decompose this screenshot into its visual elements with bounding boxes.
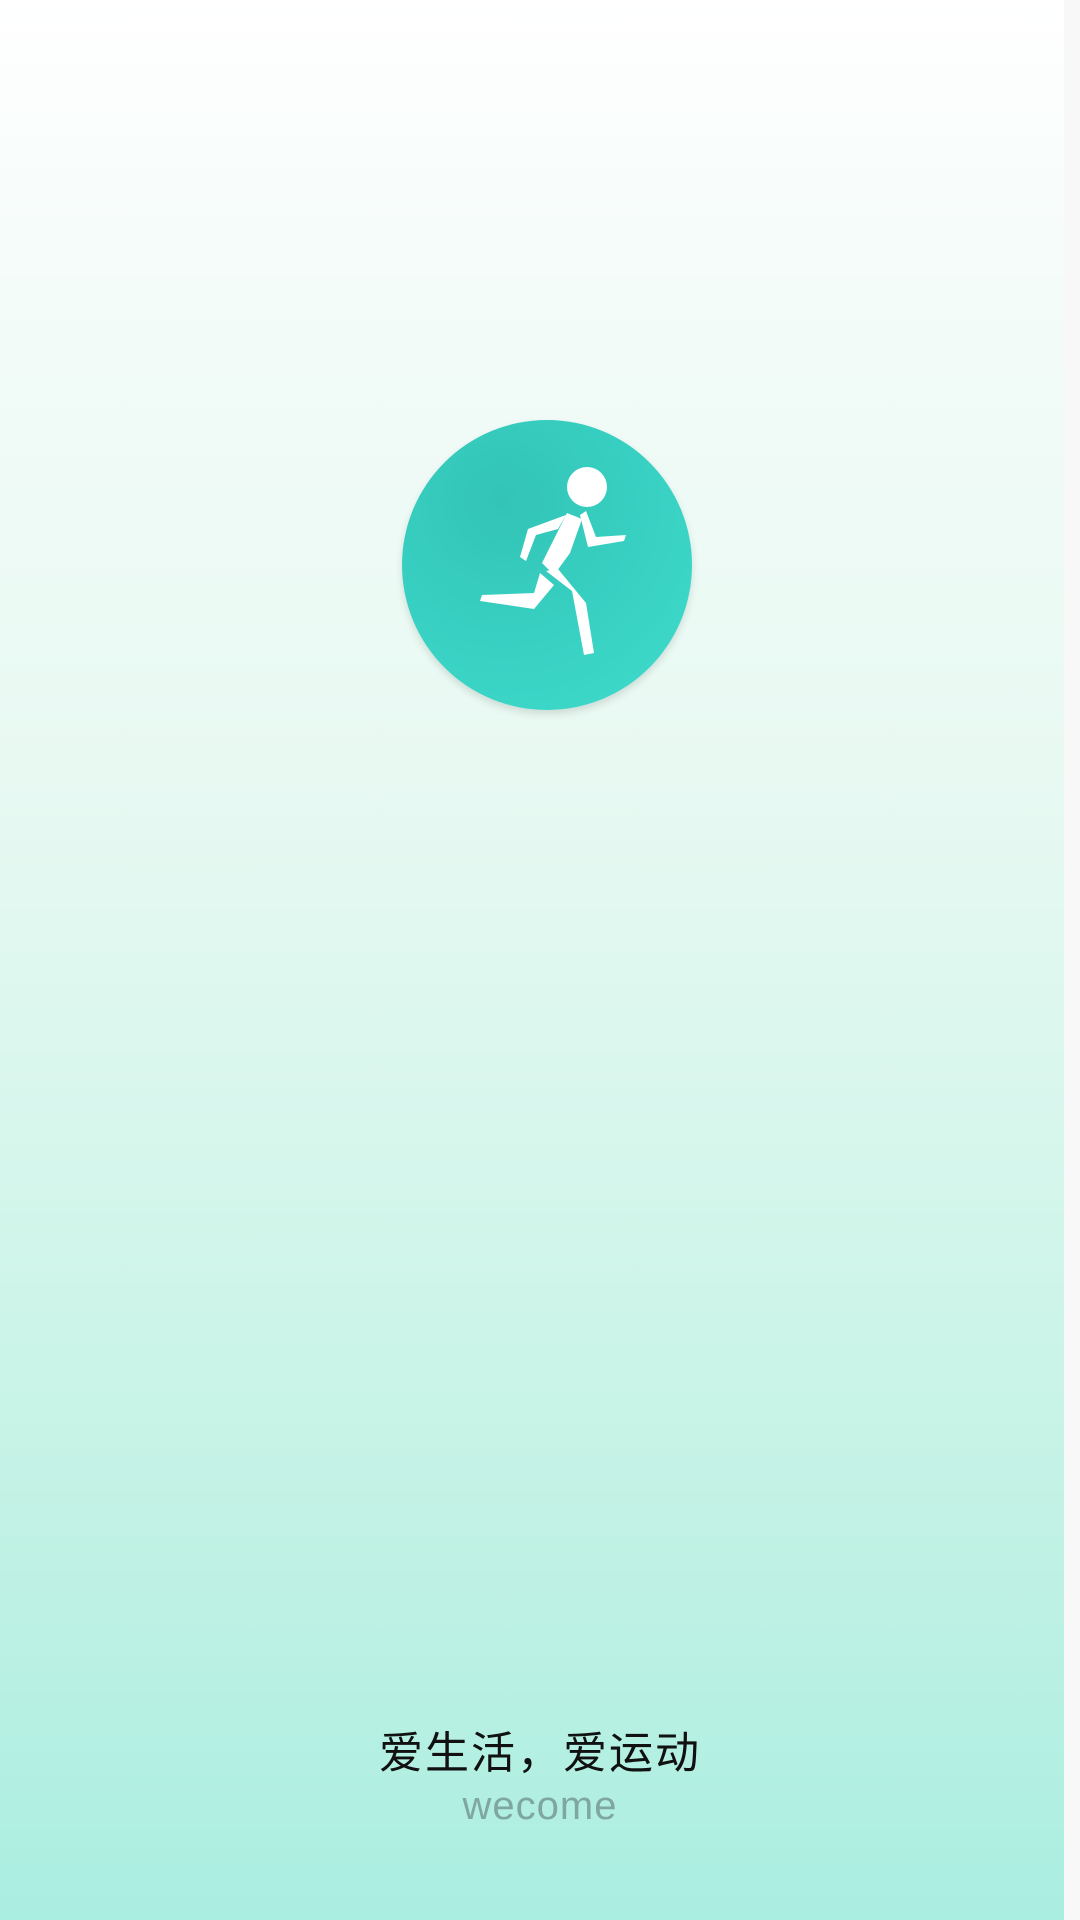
app-logo: [402, 420, 692, 710]
running-person-icon: [462, 465, 632, 665]
edge-strip: [1064, 0, 1080, 1920]
splash-screen: 爱生活，爱运动 wecome: [0, 0, 1080, 1920]
welcome-text: wecome: [462, 1784, 618, 1828]
tagline: 爱生活，爱运动: [379, 1728, 701, 1779]
